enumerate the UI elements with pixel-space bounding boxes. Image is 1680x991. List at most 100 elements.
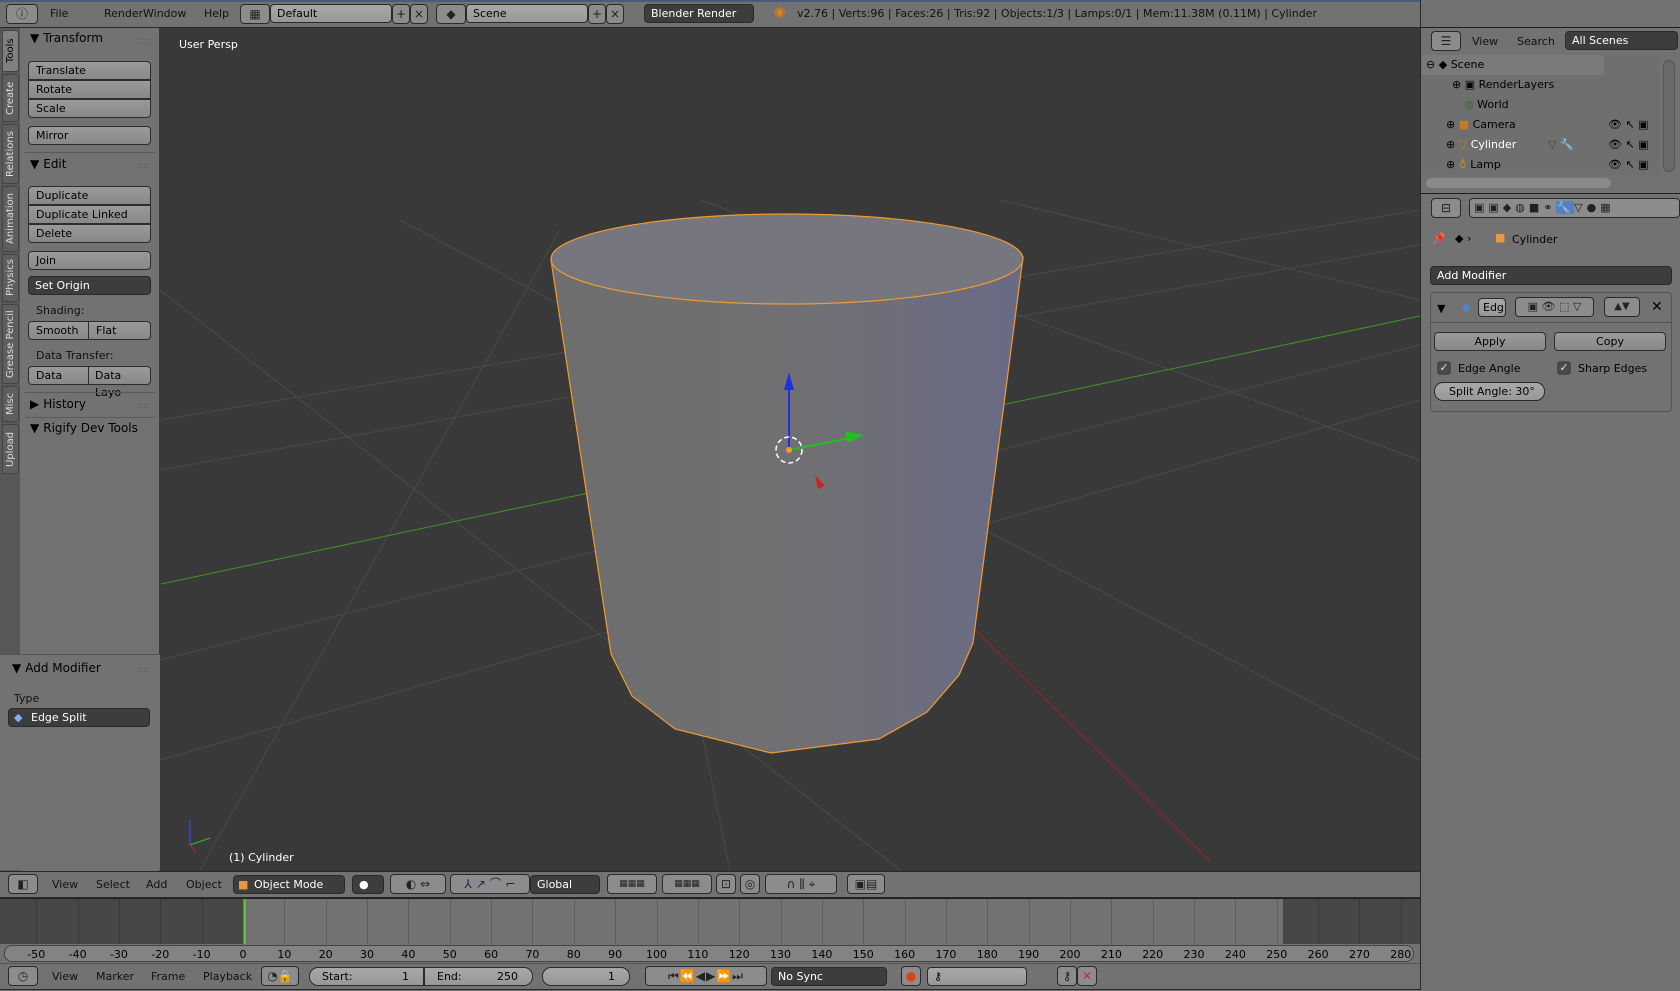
outliner-item-camera[interactable]: ⊕ ■ Camera 👁 ↖ ▣ [1422, 115, 1680, 135]
visibility-icons[interactable]: 👁 ↖ ▣ [1608, 155, 1649, 175]
add-layout-icon[interactable]: + [392, 4, 410, 24]
menu-timeline-view[interactable]: View [52, 963, 78, 991]
tab-relations[interactable]: Relations [2, 124, 19, 184]
outliner-item-lamp[interactable]: ⊕ ♁ Lamp 👁 ↖ ▣ [1422, 155, 1680, 175]
remove-layout-icon[interactable]: × [410, 4, 428, 24]
sharp-edges-checkbox[interactable]: ✓ [1557, 361, 1571, 375]
tab-animation[interactable]: Animation [2, 186, 19, 252]
panel-transform-header[interactable]: ▼ Transform [30, 31, 103, 45]
cylinder-object[interactable] [550, 213, 1024, 754]
layers-grid-1[interactable]: ▦▦▦ [607, 874, 657, 894]
scene-select[interactable]: Scene [466, 4, 588, 23]
outliner-vertical-scrollbar[interactable] [1663, 60, 1675, 172]
menu-add[interactable]: Add [146, 871, 167, 899]
properties-editor-type-button[interactable]: ⊟ [1431, 198, 1461, 218]
timeline-editor-type-button[interactable]: ◷ [8, 966, 38, 986]
sync-select[interactable]: No Sync [771, 967, 887, 986]
copy-button[interactable]: Copy [1554, 332, 1666, 351]
menu-object[interactable]: Object [186, 871, 222, 899]
remove-scene-icon[interactable]: × [606, 4, 624, 24]
orientation-select[interactable]: Global [530, 875, 600, 894]
preview-range-toggle[interactable]: ◔🔒 [261, 966, 299, 986]
collapse-modifier-icon[interactable]: ▼ [1437, 302, 1445, 315]
mode-select[interactable]: ■ Object Mode [233, 875, 345, 894]
operator-panel-header[interactable]: ▼ Add Modifier [12, 661, 101, 675]
menu-file[interactable]: File [50, 0, 68, 28]
shading-select[interactable]: ● [352, 875, 384, 894]
duplicate-button[interactable]: Duplicate [28, 186, 151, 205]
split-angle-field[interactable]: Split Angle: 30° [1434, 382, 1545, 401]
mirror-button[interactable]: Mirror [28, 126, 151, 145]
snap-toggles[interactable]: ∩ ⫼ ⌖ [765, 874, 837, 894]
add-modifier-select[interactable]: Add Modifier [1430, 266, 1672, 285]
modifier-name-field[interactable]: Edg [1478, 298, 1506, 317]
record-button[interactable]: ● [901, 966, 921, 986]
modifier-wrench-icon[interactable]: ▽ 🔧 [1548, 135, 1574, 155]
menu-window[interactable]: Window [143, 0, 186, 28]
apply-button[interactable]: Apply [1434, 332, 1546, 351]
menu-frame[interactable]: Frame [151, 963, 185, 991]
menu-marker[interactable]: Marker [96, 963, 134, 991]
layers-grid-2[interactable]: ▦▦▦ [662, 874, 712, 894]
lock-camera-icon[interactable]: ⊡ [716, 874, 736, 894]
menu-help[interactable]: Help [204, 0, 229, 28]
editor-type-button[interactable]: ◧ [8, 874, 38, 894]
render-buttons[interactable]: ▣▤ [847, 874, 885, 894]
outliner-filter-select[interactable]: All Scenes [1565, 31, 1678, 50]
smooth-button[interactable]: Smooth [28, 321, 89, 340]
tab-modifiers[interactable]: 🔧 [1556, 201, 1575, 214]
modifier-display-toggles[interactable]: ▣ 👁 ⬚ ▽ [1515, 297, 1594, 317]
rotate-button[interactable]: Rotate [28, 80, 151, 99]
tab-grease-pencil[interactable]: Grease Pencil [2, 304, 19, 384]
outliner-item-renderlayers[interactable]: ⊕ ▣ RenderLayers [1422, 75, 1680, 95]
visibility-icons[interactable]: 👁 ↖ ▣ [1608, 115, 1649, 135]
add-scene-icon[interactable]: + [588, 4, 606, 24]
move-modifier-buttons[interactable]: ▲▼ [1604, 297, 1640, 317]
visibility-icons[interactable]: 👁 ↖ ▣ [1608, 135, 1649, 155]
panel-edit-header[interactable]: ▼ Edit [30, 157, 66, 171]
delete-keyframe-icon[interactable]: ✕ [1077, 966, 1097, 986]
data-layout-button[interactable]: Data Layo [88, 366, 151, 399]
remove-modifier-icon[interactable]: ✕ [1651, 299, 1663, 315]
duplicate-linked-button[interactable]: Duplicate Linked [28, 205, 151, 224]
pin-icon[interactable]: 📌 [1432, 232, 1446, 245]
tab-misc[interactable]: Misc [2, 386, 19, 422]
flat-button[interactable]: Flat [88, 321, 151, 340]
outliner-item-world[interactable]: ◍ World [1422, 95, 1680, 115]
tab-tools[interactable]: Tools [2, 30, 19, 72]
properties-context-tabs[interactable]: ▣▣◆◍■⚭🔧▽●▦ [1469, 198, 1680, 218]
keying-set-field[interactable]: ⚷ [927, 967, 1027, 986]
outliner-menu-view[interactable]: View [1472, 28, 1498, 56]
panel-history-header[interactable]: ▶ History [30, 397, 86, 411]
scale-button[interactable]: Scale [28, 99, 151, 118]
outliner-item-scene[interactable]: ⊖ ◆ Scene [1422, 55, 1604, 75]
render-engine-select[interactable]: Blender Render [644, 4, 754, 23]
data-button[interactable]: Data [28, 366, 89, 385]
info-editor-type-button[interactable]: ⓘ [6, 4, 38, 24]
modifier-type-select[interactable]: ◆ Edge Split [8, 708, 150, 727]
scene-icon[interactable]: ◆ [436, 4, 466, 24]
menu-playback[interactable]: Playback [203, 963, 252, 991]
outliner-editor-type-button[interactable]: ☰ [1431, 31, 1461, 51]
outliner-menu-search[interactable]: Search [1517, 28, 1555, 56]
playback-controls[interactable]: ⏮⏪◀▶⏩⏭ [645, 966, 767, 986]
layout-select[interactable]: Default [270, 4, 392, 23]
set-origin-select[interactable]: Set Origin [28, 276, 151, 295]
layout-icon[interactable]: ▦ [240, 4, 270, 24]
outliner-item-cylinder[interactable]: ⊕ ▽ Cylinder ▽ 🔧 👁 ↖ ▣ [1422, 135, 1680, 155]
end-frame-field[interactable]: End: 250 [424, 967, 533, 986]
edge-angle-checkbox[interactable]: ✓ [1437, 361, 1451, 375]
proportional-edit-icon[interactable]: ◎ [740, 874, 760, 894]
tab-create[interactable]: Create [2, 74, 19, 122]
join-button[interactable]: Join [28, 251, 151, 270]
insert-keyframe-icon[interactable]: ⚷ [1057, 966, 1077, 986]
start-frame-field[interactable]: Start: 1 [309, 967, 424, 986]
menu-select[interactable]: Select [96, 871, 130, 899]
menu-view[interactable]: View [52, 871, 78, 899]
delete-button[interactable]: Delete [28, 224, 151, 243]
tab-physics[interactable]: Physics [2, 254, 19, 302]
menu-render[interactable]: Render [104, 0, 143, 28]
current-frame-field[interactable]: 1 [542, 967, 630, 986]
3d-viewport[interactable] [160, 28, 1420, 871]
outliner-horizontal-scrollbar[interactable] [1426, 178, 1611, 188]
